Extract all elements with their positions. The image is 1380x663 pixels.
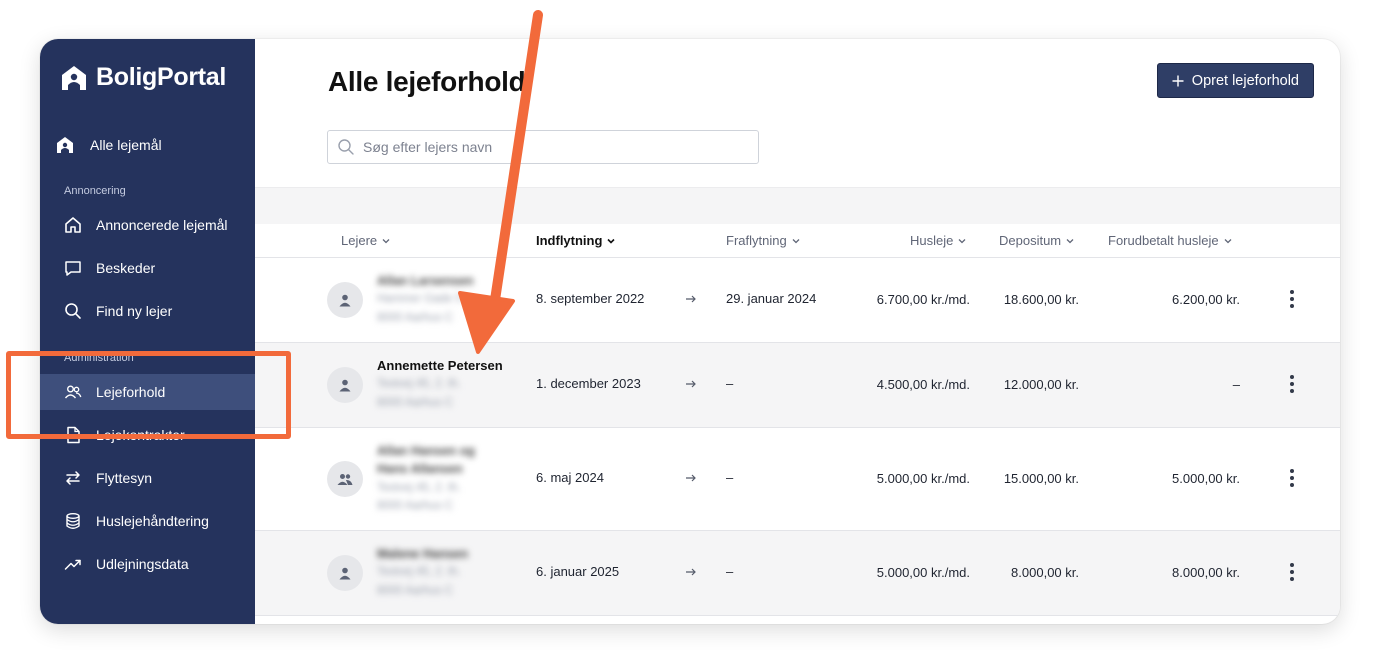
arrow-annotation (458, 10, 543, 354)
